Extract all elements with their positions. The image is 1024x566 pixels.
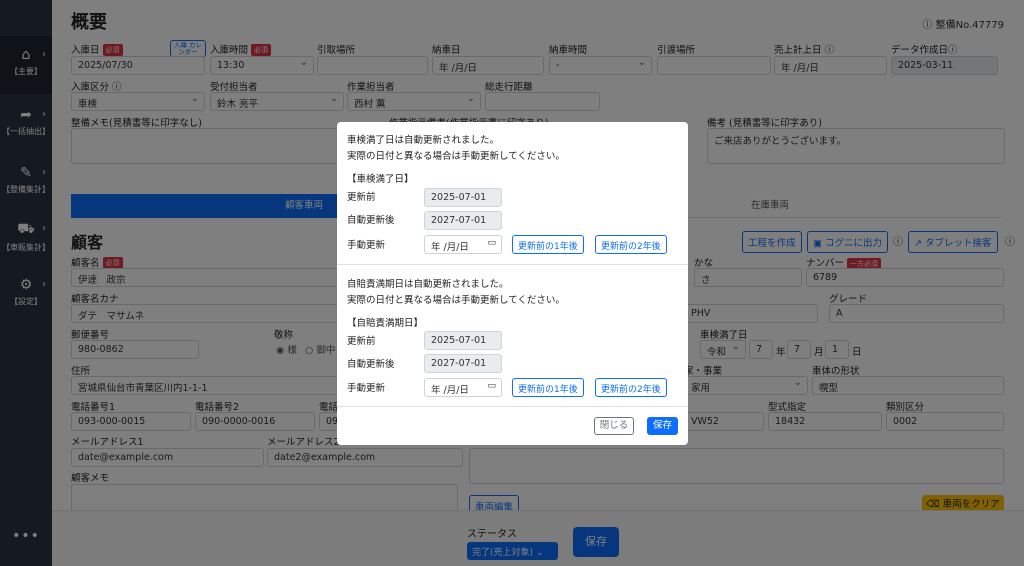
- footer-divider: [337, 406, 688, 407]
- shaken-notice-line2: 実際の日付と異なる場合は手動更新してください。: [347, 151, 565, 162]
- shaken-manual-label: 手動更新: [347, 240, 386, 251]
- shaken-after-label: 自動更新後: [347, 215, 395, 226]
- jibai-after-label: 自動更新後: [347, 359, 395, 370]
- jibai-manual-label: 手動更新: [347, 383, 386, 394]
- shaken-notice-line1: 車検満了日は自動更新されました。: [347, 135, 500, 146]
- save-button[interactable]: 保存: [647, 417, 678, 435]
- shaken-plus-1-year-button[interactable]: 更新前の1年後: [512, 235, 584, 254]
- shaken-after-field: 2027-07-01: [424, 211, 502, 230]
- jibai-before-field: 2025-07-01: [424, 331, 502, 350]
- jibai-manual-date-input[interactable]: 年 /月/日: [424, 378, 502, 397]
- jibai-before-label: 更新前: [347, 336, 376, 347]
- jibai-plus-1-year-button[interactable]: 更新前の1年後: [512, 378, 584, 397]
- jibai-section-heading: 【自賠責満期日】: [347, 318, 424, 329]
- jibai-notice-line2: 実際の日付と異なる場合は手動更新してください。: [347, 295, 565, 306]
- shaken-plus-2-years-button[interactable]: 更新前の2年後: [595, 235, 667, 254]
- jibai-notice-line1: 自賠責満期日は自動更新されました。: [347, 279, 509, 290]
- shaken-before-label: 更新前: [347, 192, 376, 203]
- jibai-after-field: 2027-07-01: [424, 354, 502, 373]
- close-button[interactable]: 閉じる: [594, 417, 634, 435]
- shaken-before-field: 2025-07-01: [424, 188, 502, 207]
- auto-update-modal: 車検満了日は自動更新されました。 実際の日付と異なる場合は手動更新してください。…: [337, 122, 688, 445]
- shaken-manual-date-input[interactable]: 年 /月/日: [424, 235, 502, 254]
- jibai-plus-2-years-button[interactable]: 更新前の2年後: [595, 378, 667, 397]
- shaken-section-heading: 【車検満了日】: [347, 174, 414, 185]
- section-divider: [337, 264, 688, 265]
